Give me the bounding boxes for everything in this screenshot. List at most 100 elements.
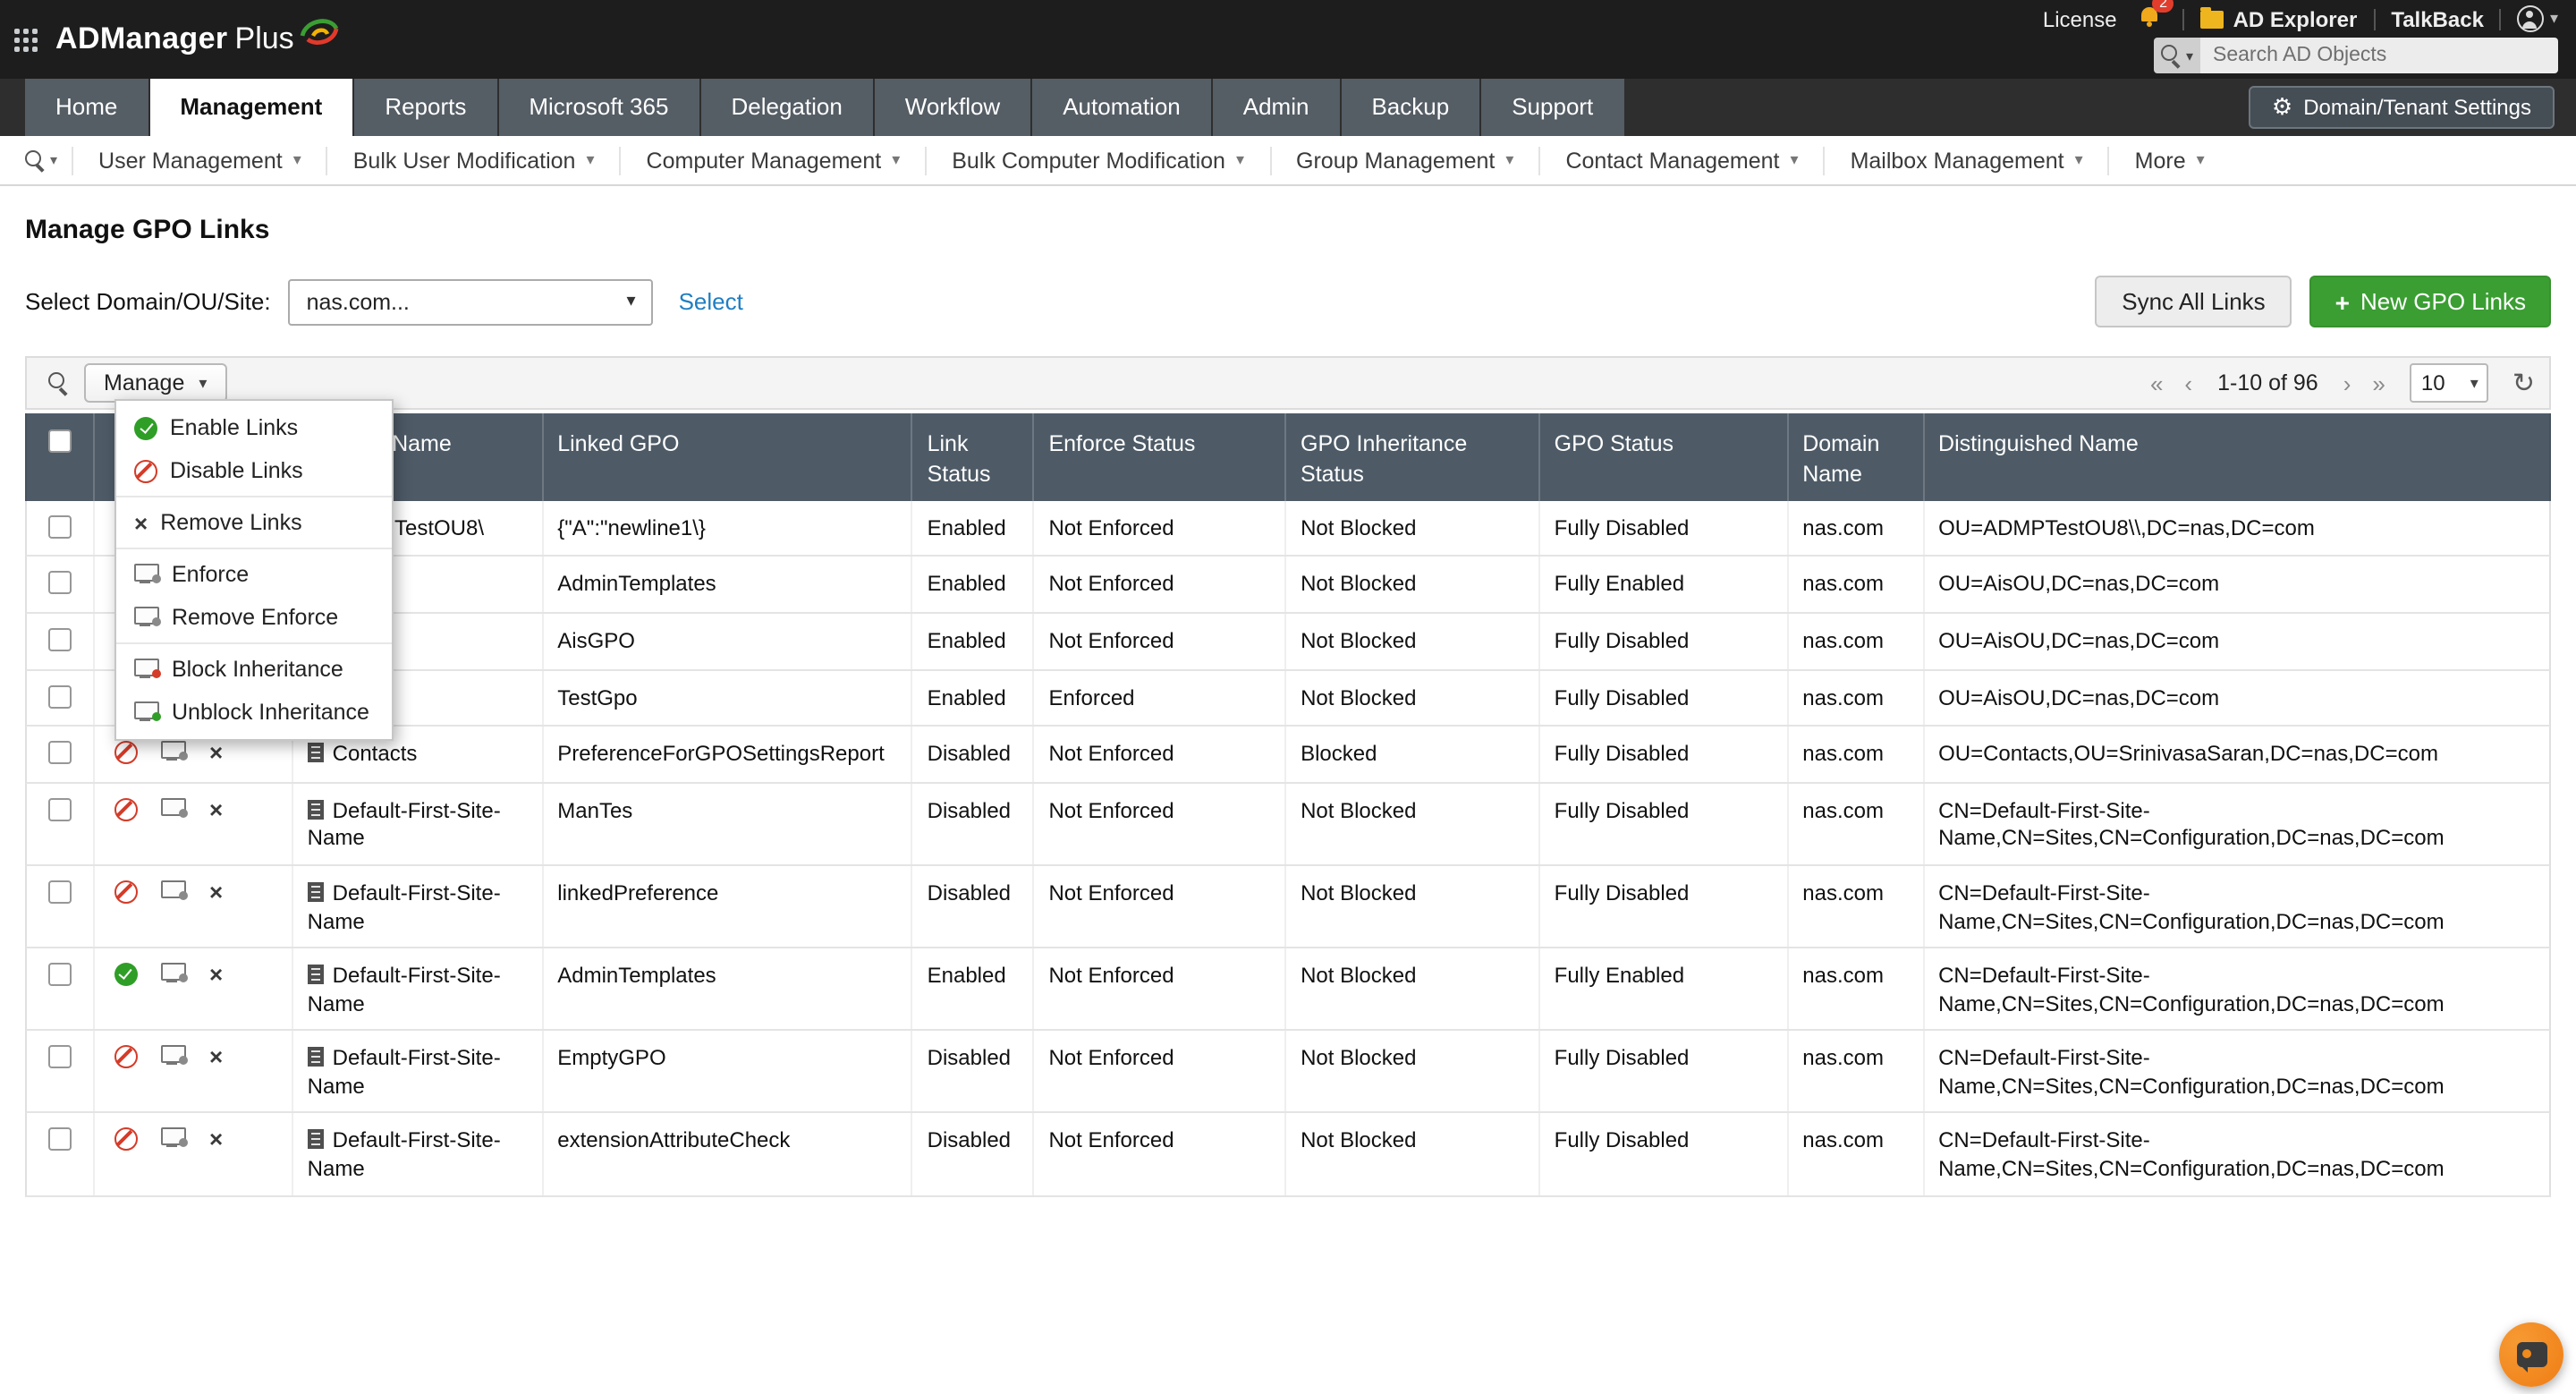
gpo-inheritance-status: Blocked — [1286, 727, 1540, 781]
table-row: × Default-First-Site-Name ManTes Disable… — [25, 783, 2551, 865]
row-checkbox[interactable] — [48, 963, 72, 986]
edit-gpo-link-icon[interactable] — [161, 963, 186, 992]
tab-microsoft-365[interactable]: Microsoft 365 — [498, 79, 699, 136]
domain-name: nas.com — [1788, 614, 1924, 668]
subnav-item-more[interactable]: More▾ — [2110, 146, 2230, 174]
row-checkbox[interactable] — [48, 880, 72, 904]
edit-gpo-link-icon[interactable] — [161, 797, 186, 827]
notifications-button[interactable]: 2 — [2140, 5, 2160, 32]
tab-backup[interactable]: Backup — [1341, 79, 1479, 136]
first-page-button[interactable]: « — [2143, 370, 2170, 396]
header-linked-gpo[interactable]: Linked GPO — [543, 413, 912, 501]
disabled-slash-icon[interactable] — [114, 797, 138, 820]
header-gpo-status[interactable]: GPO Status — [1540, 413, 1789, 501]
menu-item-disable-links[interactable]: Disable Links — [116, 449, 392, 492]
remove-link-icon[interactable]: × — [209, 963, 223, 986]
edit-gpo-link-icon[interactable] — [161, 880, 186, 910]
tab-automation[interactable]: Automation — [1032, 79, 1211, 136]
app-launcher-icon[interactable] — [14, 28, 38, 51]
remove-link-icon[interactable]: × — [209, 880, 223, 904]
edit-gpo-link-icon[interactable] — [161, 1046, 186, 1075]
refresh-button[interactable]: ↻ — [2512, 370, 2535, 396]
subnav-item-user-management[interactable]: User Management▾ — [73, 146, 328, 174]
enabled-check-icon[interactable] — [114, 963, 138, 986]
manage-button[interactable]: Manage ▾ — [84, 363, 226, 403]
header-gpo-inheritance-status[interactable]: GPO Inheritance Status — [1286, 413, 1540, 501]
menu-item-remove-enforce[interactable]: Remove Enforce — [116, 596, 392, 639]
enforce-status: Not Enforced — [1034, 501, 1286, 556]
subnav-item-computer-management[interactable]: Computer Management▾ — [622, 146, 928, 174]
row-checkbox[interactable] — [48, 572, 72, 595]
tab-reports[interactable]: Reports — [354, 79, 496, 136]
remove-link-icon[interactable]: × — [209, 1046, 223, 1069]
user-icon — [2518, 5, 2545, 32]
header-enforce-status[interactable]: Enforce Status — [1034, 413, 1286, 501]
sync-all-links-button[interactable]: Sync All Links — [2095, 276, 2292, 327]
domain-dropdown[interactable]: nas.com... ▾ — [289, 278, 654, 325]
header-distinguished-name[interactable]: Distinguished Name — [1924, 413, 2549, 501]
tab-workflow[interactable]: Workflow — [875, 79, 1030, 136]
row-checkbox[interactable] — [48, 515, 72, 539]
ou-site-name: Contacts — [333, 741, 418, 766]
chat-widget-button[interactable] — [2499, 1322, 2563, 1387]
admanager-plus-app: ADManager Plus License 2 AD Exp — [0, 0, 2576, 1394]
header-domain-name[interactable]: Domain Name — [1788, 413, 1924, 501]
subnav-item-mailbox-management[interactable]: Mailbox Management▾ — [1826, 146, 2110, 174]
subnav-item-group-management[interactable]: Group Management▾ — [1271, 146, 1540, 174]
menu-item-enforce[interactable]: Enforce — [116, 553, 392, 596]
subnav-item-bulk-user-modification[interactable]: Bulk User Modification▾ — [328, 146, 622, 174]
tab-admin[interactable]: Admin — [1213, 79, 1340, 136]
header-link-status[interactable]: Link Status — [913, 413, 1035, 501]
row-checkbox[interactable] — [48, 628, 72, 651]
select-all-checkbox[interactable] — [48, 429, 72, 453]
tab-support[interactable]: Support — [1481, 79, 1623, 136]
user-menu-button[interactable]: ▾ — [2518, 5, 2558, 32]
table-row: × AisOU AisGPO Enabled Not Enforced Not … — [25, 614, 2551, 670]
gpo-inheritance-status: Not Blocked — [1286, 948, 1540, 1029]
linked-gpo: {"A":"newline1\} — [543, 501, 912, 556]
tab-home[interactable]: Home — [25, 79, 148, 136]
license-link[interactable]: License — [2043, 6, 2117, 31]
last-page-button[interactable]: » — [2365, 370, 2392, 396]
page-size-select[interactable]: 10 ▾ — [2411, 363, 2489, 403]
brand-name: ADManager — [55, 21, 228, 57]
divider — [2500, 8, 2502, 30]
subnav-search-button[interactable]: ▾ — [11, 146, 73, 174]
row-checkbox[interactable] — [48, 1046, 72, 1069]
disabled-slash-icon[interactable] — [114, 1128, 138, 1152]
edit-gpo-link-icon[interactable] — [161, 741, 186, 770]
menu-item-block-inheritance[interactable]: Block Inheritance — [116, 648, 392, 691]
row-checkbox[interactable] — [48, 741, 72, 764]
row-actions-cell: × — [95, 1032, 293, 1112]
disabled-slash-icon[interactable] — [114, 741, 138, 764]
menu-item-label: Remove Links — [160, 510, 301, 535]
domain-tenant-settings-button[interactable]: ⚙ Domain/Tenant Settings — [2249, 86, 2555, 129]
row-actions-cell: × — [95, 783, 293, 863]
remove-link-icon[interactable]: × — [209, 741, 223, 764]
next-page-button[interactable]: › — [2336, 370, 2359, 396]
disabled-slash-icon[interactable] — [114, 880, 138, 904]
select-link[interactable]: Select — [679, 288, 743, 315]
search-input[interactable] — [2200, 38, 2558, 73]
remove-link-icon[interactable]: × — [209, 1128, 223, 1152]
tab-management[interactable]: Management — [149, 79, 352, 136]
row-checkbox[interactable] — [48, 684, 72, 708]
prev-page-button[interactable]: ‹ — [2177, 370, 2199, 396]
ad-explorer-button[interactable]: AD Explorer — [2201, 6, 2358, 31]
new-gpo-links-button[interactable]: + New GPO Links — [2310, 276, 2551, 327]
menu-item-unblock-inheritance[interactable]: Unblock Inheritance — [116, 691, 392, 734]
menu-item-remove-links[interactable]: ×Remove Links — [116, 501, 392, 544]
column-search-button[interactable] — [41, 372, 84, 394]
search-scope-button[interactable]: ▾ — [2154, 38, 2200, 73]
row-checkbox[interactable] — [48, 797, 72, 820]
row-checkbox[interactable] — [48, 1128, 72, 1152]
disabled-slash-icon[interactable] — [114, 1046, 138, 1069]
talkback-link[interactable]: TalkBack — [2391, 6, 2484, 31]
subnav-item-contact-management[interactable]: Contact Management▾ — [1540, 146, 1825, 174]
tab-delegation[interactable]: Delegation — [700, 79, 872, 136]
menu-item-enable-links[interactable]: Enable Links — [116, 406, 392, 449]
subnav-item-bulk-computer-modification[interactable]: Bulk Computer Modification▾ — [927, 146, 1271, 174]
edit-gpo-link-icon[interactable] — [161, 1128, 186, 1158]
domain-name: nas.com — [1788, 783, 1924, 863]
remove-link-icon[interactable]: × — [209, 797, 223, 820]
